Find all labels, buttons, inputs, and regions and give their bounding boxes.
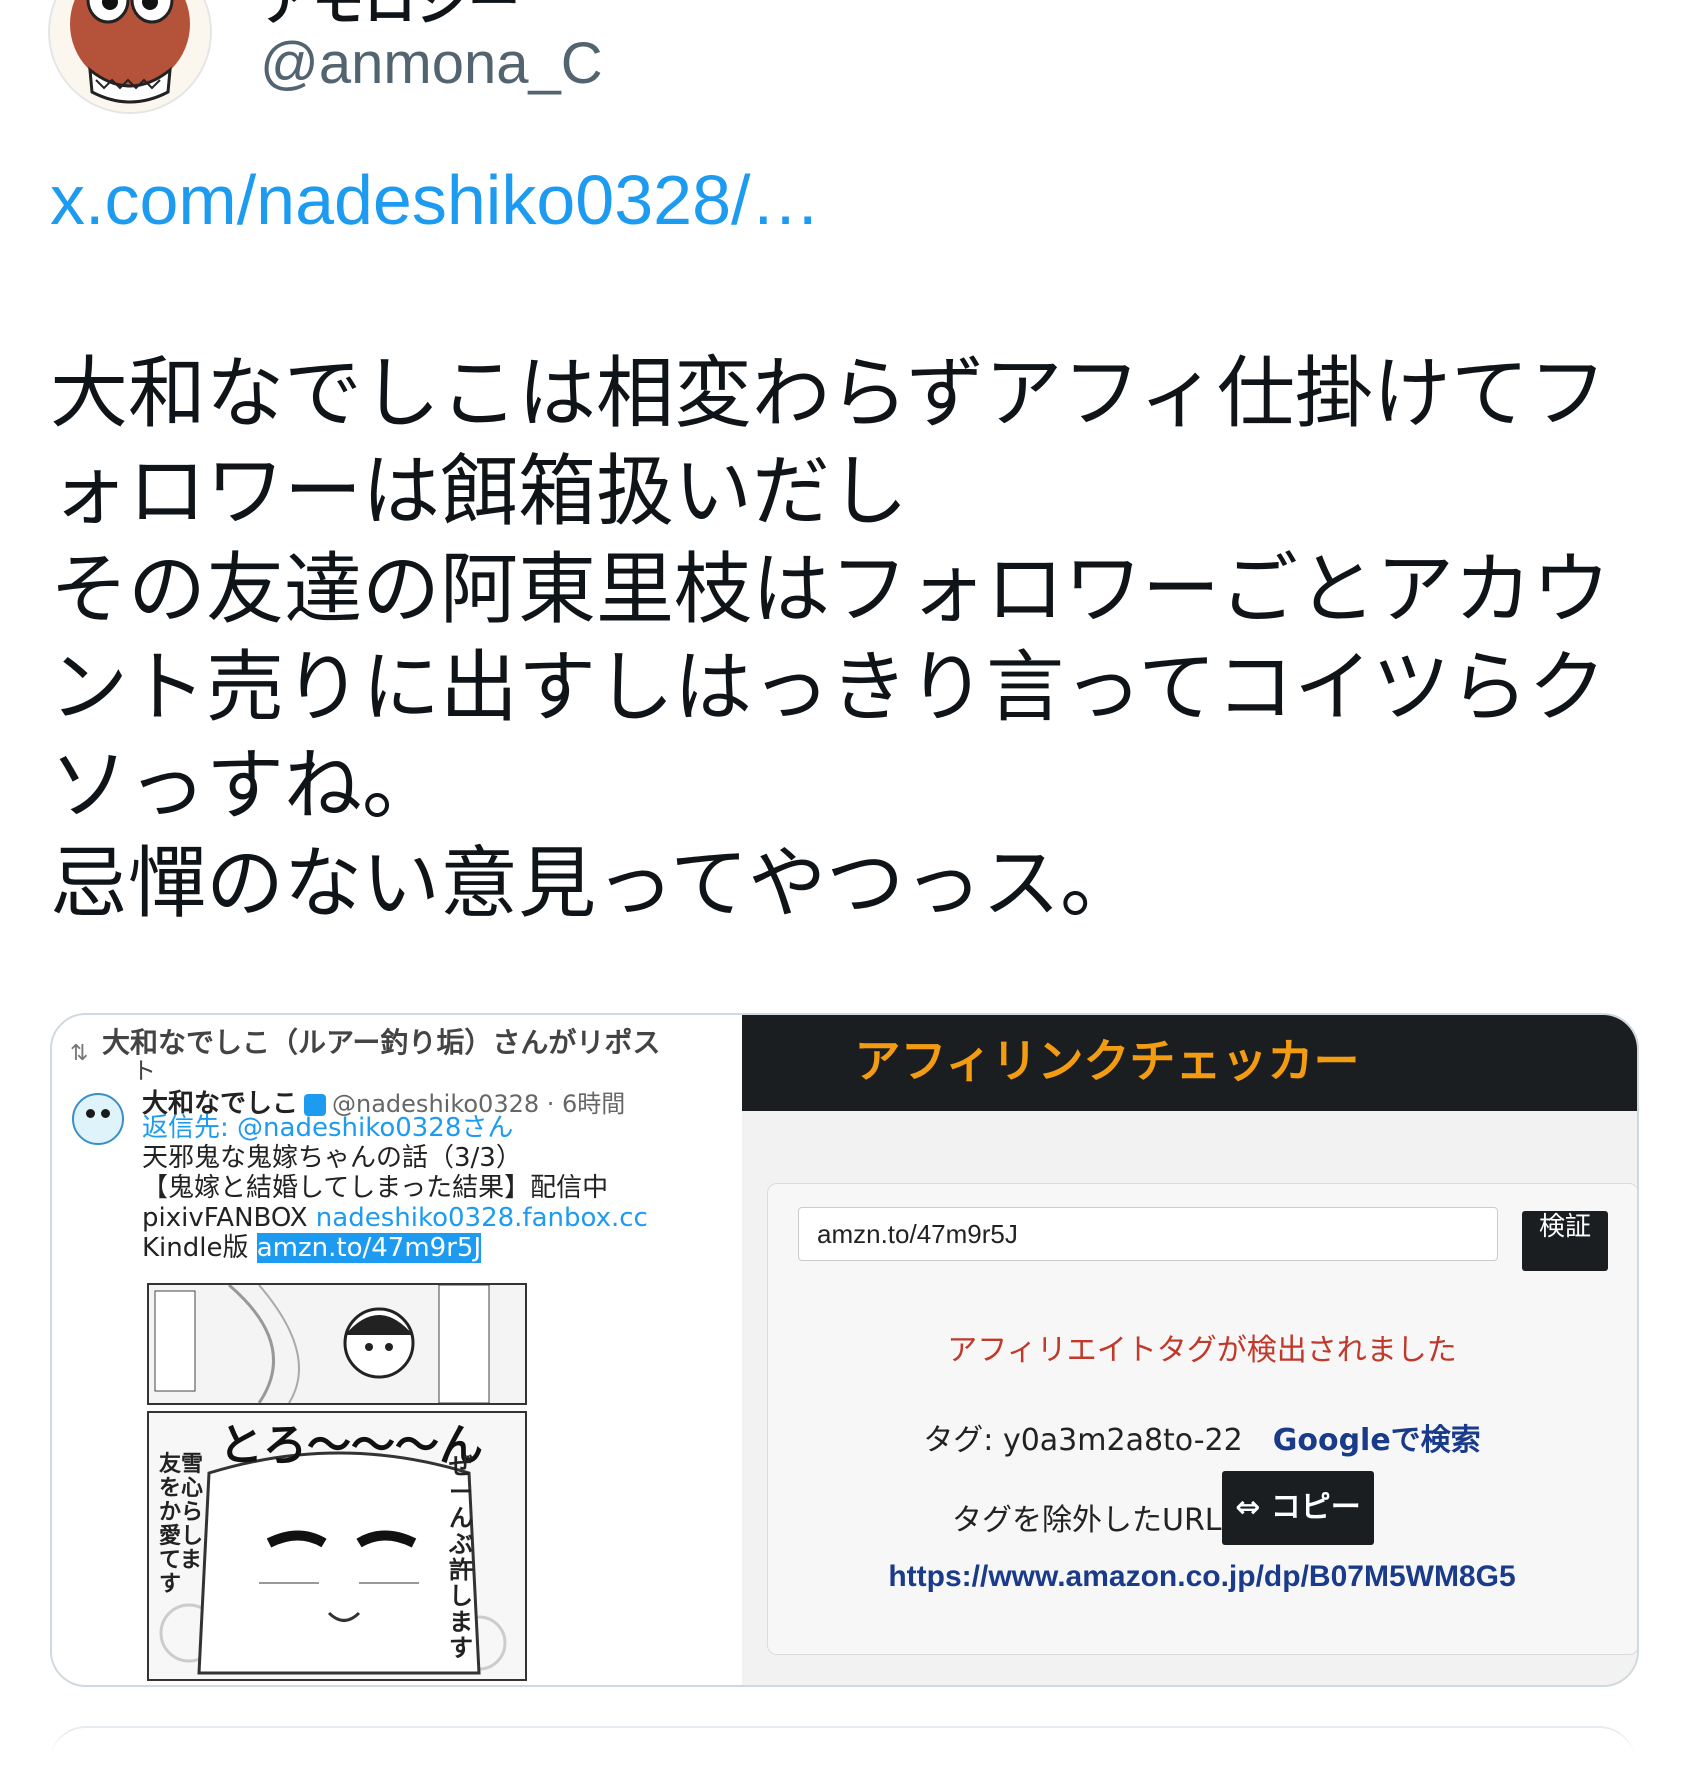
tag-row: タグ: y0a3m2a8to-22 Googleで検索	[767, 1415, 1637, 1459]
manga-sfx: とろ〜〜〜ん	[219, 1420, 483, 1471]
manga-panel	[147, 1283, 527, 1405]
tag-label: タグ: y0a3m2a8to-22	[923, 1423, 1243, 1458]
detected-message: アフィリエイトタグが検出されました	[947, 1333, 1457, 1368]
cat-avatar-icon	[72, 1093, 124, 1145]
quoted-text: 返信先: @nadeshiko0328さん 天邪鬼な鬼嫁ちゃんの話（3/3） 【…	[142, 1113, 648, 1263]
tweet-text-line: ソっすね。	[50, 741, 441, 831]
manga-speech: ぜーんぶ許します	[449, 1452, 473, 1662]
affiliate-checker: アフィリンクチェッカー 検証 アフィリエイトタグが検出されました タグ: y0a…	[742, 1015, 1637, 1685]
repost-icon: ⇅	[70, 1041, 89, 1066]
quoted-line2: 【鬼嫁と結婚してしまった結果】配信中	[142, 1173, 609, 1203]
bird-avatar-icon	[50, 0, 210, 112]
checker-header: アフィリンクチェッカー	[742, 1015, 1637, 1111]
kindle-link: amzn.to/47m9r5J	[256, 1233, 482, 1263]
tweet-text-line: 忌憚のない意見ってやつっス。	[50, 839, 1139, 929]
fanbox-prefix: pixivFANBOX	[142, 1203, 316, 1233]
manga-speech: 友雪を心から愛してます	[159, 1452, 204, 1597]
repost-label: 大和なでしこ（ルアー釣り垢）さんがリポス	[102, 1026, 661, 1059]
tweet-text-line: ォロワーは餌箱扱いだし	[50, 447, 909, 537]
quoted-line1: 天邪鬼な鬼嫁ちゃんの話（3/3）	[142, 1143, 522, 1173]
copy-button[interactable]: ⇔ コピー	[1222, 1471, 1374, 1545]
clean-url-link[interactable]: https://www.amazon.co.jp/dp/B07M5WM8G5	[767, 1560, 1637, 1594]
reply-handle: @nadeshiko0328	[237, 1113, 462, 1143]
url-input[interactable]	[798, 1207, 1498, 1261]
fanbox-link: nadeshiko0328.fanbox.cc	[315, 1203, 648, 1233]
tweet-link[interactable]: x.com/nadeshiko0328/…	[50, 160, 820, 240]
google-search-link[interactable]: Googleで検索	[1273, 1423, 1481, 1458]
reply-suffix: さん	[461, 1113, 514, 1143]
reply-prefix: 返信先:	[142, 1113, 238, 1143]
checker-title: アフィリンクチェッカー	[854, 1034, 1360, 1088]
repost-label-cont: ト	[132, 1057, 156, 1085]
tweet-text-line: 大和なでしこは相変わらずアフィ仕掛けてフ	[50, 349, 1607, 439]
tweet-text-line: その友達の阿東里枝はフォロワーごとアカウ	[50, 545, 1611, 635]
manga-panel: とろ〜〜〜ん ぜーんぶ許します 友雪を心から愛してます	[147, 1411, 527, 1681]
kindle-prefix: Kindle版	[142, 1233, 257, 1263]
manga-art-icon	[149, 1285, 525, 1403]
attached-image[interactable]: ⇅ 大和なでしこ（ルアー釣り垢）さんがリポス ト 大和なでしこ @nadeshik…	[50, 1013, 1639, 1687]
repost-screenshot: ⇅ 大和なでしこ（ルアー釣り垢）さんがリポス ト 大和なでしこ @nadeshik…	[52, 1015, 742, 1685]
tweet-text: 大和なでしこは相変わらずアフィ仕掛けてフ ォロワーは餌箱扱いだし その友達の阿東…	[50, 345, 1650, 933]
avatar[interactable]	[48, 0, 212, 114]
verify-button[interactable]: 検証	[1522, 1211, 1608, 1271]
tweet-text-line: ント売りに出すしはっきり言ってコイツらク	[50, 643, 1607, 733]
stripped-url-label: タグを除外したURL:	[952, 1503, 1232, 1538]
next-card-edge	[50, 1726, 1635, 1768]
user-handle[interactable]: @anmona_C	[260, 30, 603, 97]
